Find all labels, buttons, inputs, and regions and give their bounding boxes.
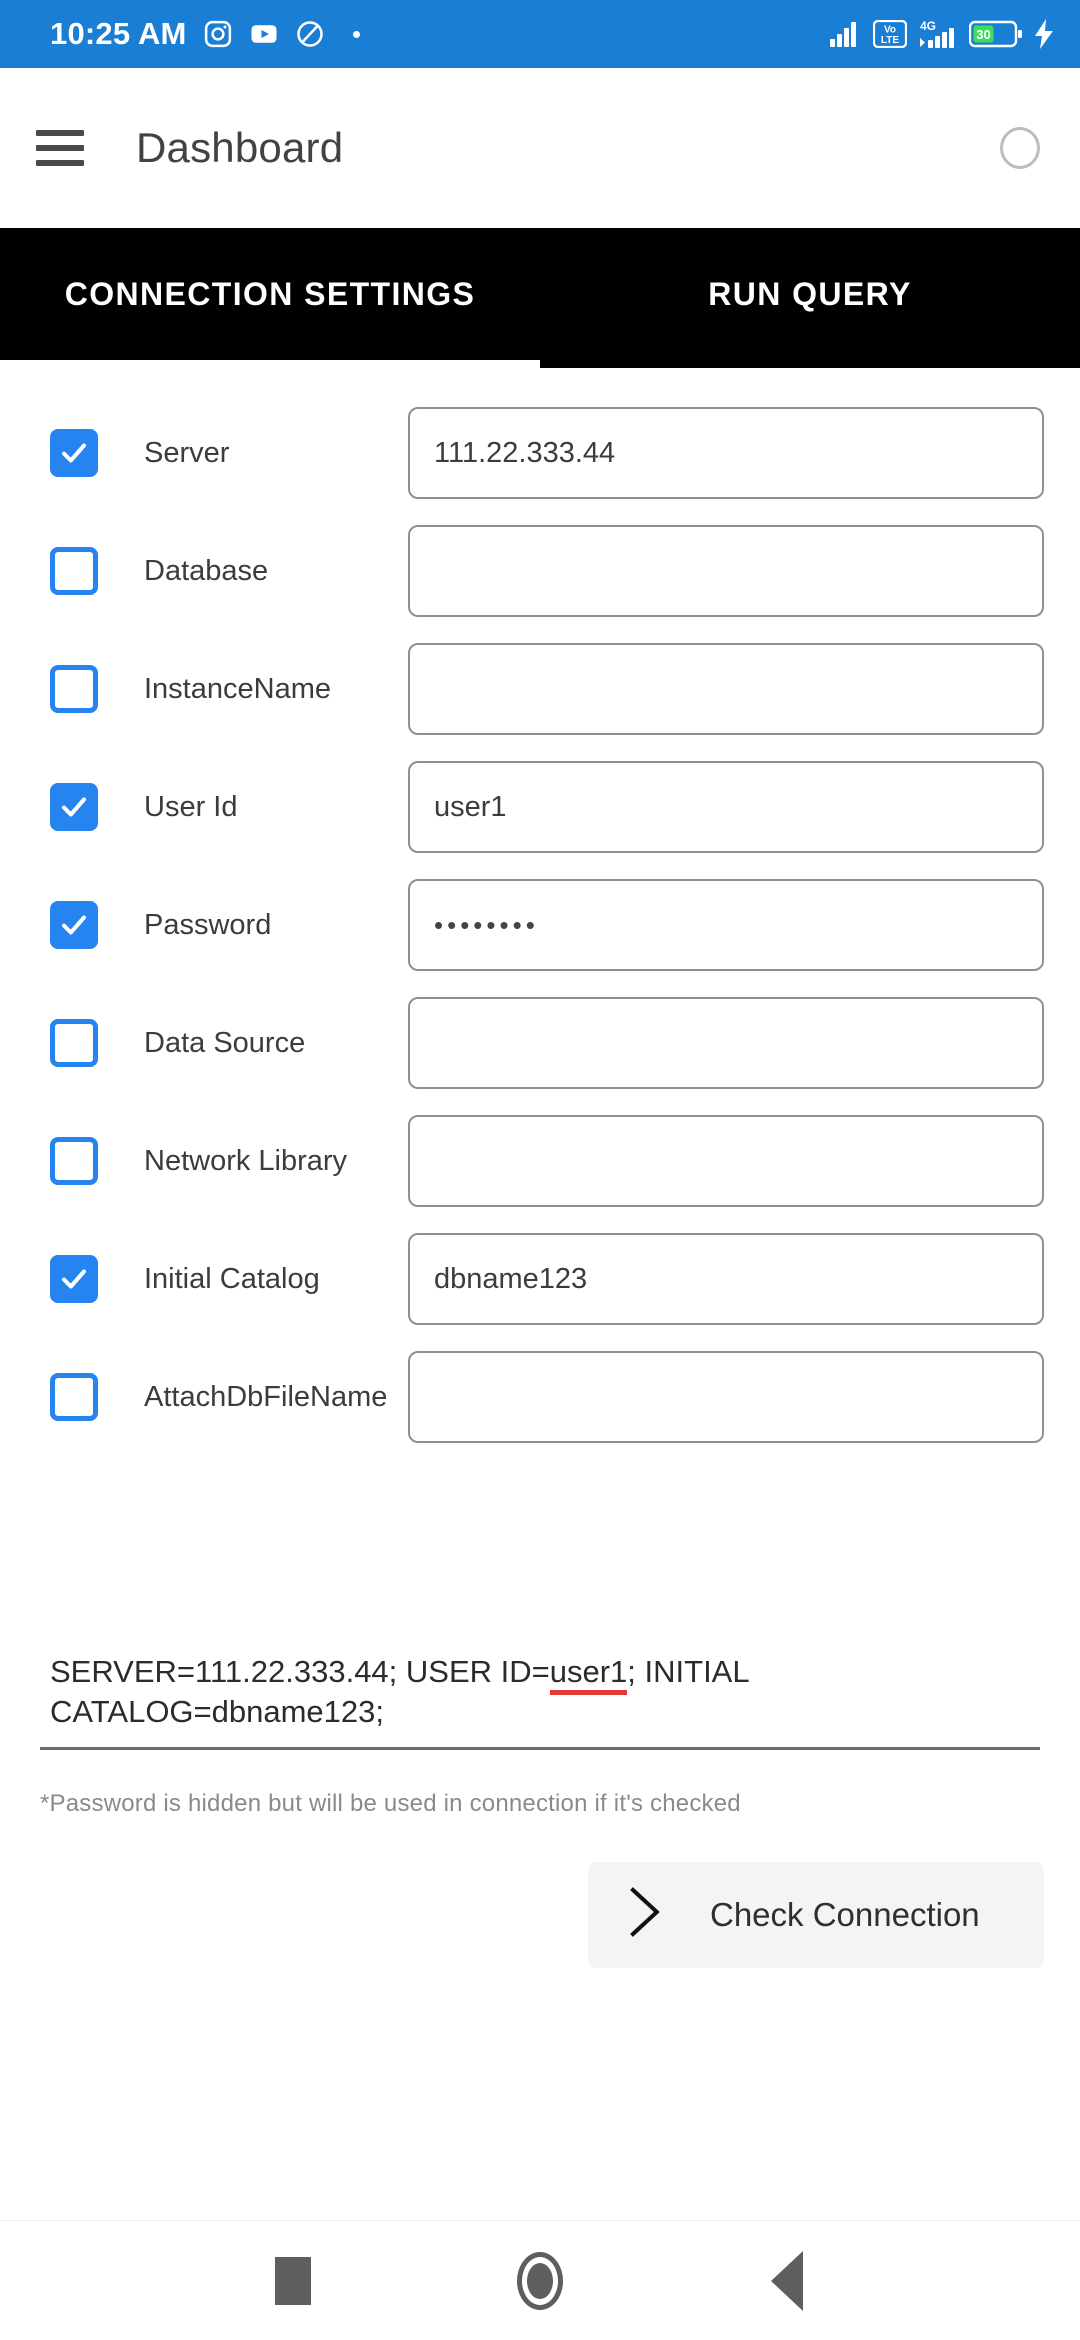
form-row-server: Server 111.22.333.44 (0, 394, 1080, 512)
form-row-database: Database (0, 512, 1080, 630)
svg-text:30: 30 (976, 27, 990, 42)
input-instancename[interactable] (408, 643, 1044, 735)
input-password-value: •••••••• (434, 909, 539, 940)
input-password[interactable]: •••••••• (408, 879, 1044, 971)
label-userid: User Id (144, 790, 238, 823)
input-initialcatalog-value: dbname123 (434, 1262, 588, 1295)
checkbox-userid[interactable] (50, 783, 98, 831)
instagram-icon (203, 19, 233, 49)
app-bar: Dashboard (0, 68, 1080, 228)
checkbox-password[interactable] (50, 901, 98, 949)
connection-string-section: SERVER=111.22.333.44; USER ID=user1; INI… (0, 1652, 1080, 1750)
label-server: Server (144, 436, 230, 469)
home-button[interactable] (495, 2236, 585, 2326)
form-row-networklibrary: Network Library (0, 1102, 1080, 1220)
status-bar: 10:25 AM Vo LTE 4G 30 (0, 0, 1080, 68)
chevron-right-icon (622, 1883, 666, 1946)
label-database: Database (144, 554, 269, 587)
check-connection-label: Check Connection (710, 1895, 980, 1933)
triangle-back-icon (770, 2250, 803, 2311)
label-datasource: Data Source (144, 1026, 306, 1059)
check-connection-row: Check Connection (0, 1861, 1080, 1968)
label-password: Password (144, 908, 272, 941)
tab-run-query-label: RUN QUERY (708, 275, 912, 312)
label-attachdbfilename: AttachDbFileName (144, 1380, 388, 1413)
checkbox-datasource[interactable] (50, 1019, 98, 1067)
input-server[interactable]: 111.22.333.44 (408, 407, 1044, 499)
connection-string-prefix: SERVER=111.22.333.44; USER ID= (50, 1654, 550, 1689)
input-database[interactable] (408, 525, 1044, 617)
checkbox-server[interactable] (50, 429, 98, 477)
tab-run-query[interactable]: RUN QUERY (540, 228, 1080, 360)
label-networklibrary: Network Library (144, 1144, 348, 1177)
back-button[interactable] (742, 2236, 832, 2326)
signal-bars-icon (830, 21, 862, 47)
input-userid-value: user1 (434, 790, 507, 823)
checkbox-database[interactable] (50, 547, 98, 595)
form-row-instancename: InstanceName (0, 630, 1080, 748)
check-connection-button[interactable]: Check Connection (588, 1861, 1044, 1968)
label-initialcatalog: Initial Catalog (144, 1262, 320, 1295)
battery-icon: 30 (969, 19, 1023, 49)
input-attachdbfilename[interactable] (408, 1351, 1044, 1443)
youtube-icon (249, 19, 279, 49)
status-clock: 10:25 AM (50, 16, 187, 51)
form-row-initialcatalog: Initial Catalog dbname123 (0, 1220, 1080, 1338)
checkbox-initialcatalog[interactable] (50, 1255, 98, 1303)
notification-dot-icon (352, 30, 360, 38)
recents-button[interactable] (248, 2236, 338, 2326)
checkbox-attachdbfilename[interactable] (50, 1373, 98, 1421)
password-note: *Password is hidden but will be used in … (40, 1789, 741, 1817)
volte-icon: Vo LTE (873, 20, 907, 48)
phone-screen: 10:25 AM Vo LTE 4G 30 Dashboard CONNECTI… (0, 0, 1080, 2340)
svg-text:4G: 4G (920, 19, 936, 33)
hamburger-menu-icon[interactable] (36, 130, 84, 166)
charging-bolt-icon (1034, 19, 1054, 49)
input-networklibrary[interactable] (408, 1115, 1044, 1207)
network-4g-signal-icon: 4G (918, 19, 958, 49)
circle-outline-icon[interactable] (1000, 127, 1040, 169)
checkbox-instancename[interactable] (50, 665, 98, 713)
circle-slash-icon (295, 19, 325, 49)
circle-home-icon (516, 2251, 563, 2310)
tab-bar: CONNECTION SETTINGS RUN QUERY (0, 228, 1080, 368)
android-nav-bar (0, 2220, 1080, 2340)
svg-text:Vo: Vo (884, 25, 896, 36)
tab-connection-settings-label: CONNECTION SETTINGS (64, 275, 476, 312)
label-instancename: InstanceName (144, 672, 331, 705)
input-server-value: 111.22.333.44 (434, 436, 616, 469)
input-datasource[interactable] (408, 997, 1044, 1089)
input-userid[interactable]: user1 (408, 761, 1044, 853)
form-row-password: Password •••••••• (0, 866, 1080, 984)
status-bar-right: Vo LTE 4G 30 (830, 19, 1054, 49)
square-recents-icon (275, 2256, 312, 2305)
form-row-userid: User Id user1 (0, 748, 1080, 866)
connection-string-field[interactable]: SERVER=111.22.333.44; USER ID=user1; INI… (40, 1652, 1040, 1750)
form-row-attachdbfilename: AttachDbFileName (0, 1338, 1080, 1456)
connection-settings-form: Server 111.22.333.44 Database InstanceNa… (0, 368, 1080, 2220)
connection-string-misspelled-word: user1 (549, 1654, 628, 1695)
input-initialcatalog[interactable]: dbname123 (408, 1233, 1044, 1325)
svg-text:LTE: LTE (881, 35, 899, 46)
tab-inactive-indicator (540, 360, 1080, 368)
checkbox-networklibrary[interactable] (50, 1137, 98, 1185)
tab-connection-settings[interactable]: CONNECTION SETTINGS (0, 228, 540, 368)
form-row-datasource: Data Source (0, 984, 1080, 1102)
status-bar-left: 10:25 AM (50, 16, 360, 52)
page-title: Dashboard (136, 124, 344, 171)
